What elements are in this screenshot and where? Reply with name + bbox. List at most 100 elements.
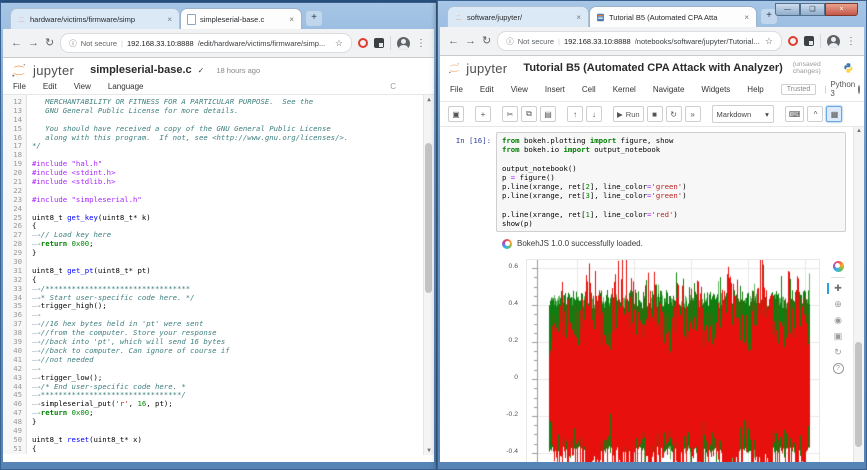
cell-input[interactable]: from bokeh.plotting import figure, showf…: [496, 132, 846, 232]
info-icon[interactable]: ⓘ: [69, 38, 77, 49]
menu-item-file[interactable]: File: [13, 82, 26, 91]
extension-icon-red[interactable]: [788, 36, 798, 46]
profile-avatar[interactable]: [397, 37, 410, 50]
browser-tab-simpleserial[interactable]: simpleserial-base.c ×: [180, 8, 302, 29]
code-lines[interactable]: MERCHANTABILITY OR FITNESS FOR A PARTICU…: [27, 95, 434, 454]
y-tick-label: 0.4: [509, 300, 518, 307]
reload-icon[interactable]: ↻: [482, 36, 491, 47]
tab-close-icon[interactable]: ×: [743, 13, 750, 22]
browser-tab-tutorial[interactable]: Tutorial B5 (Automated CPA Atta ×: [589, 6, 757, 27]
code-line: */: [32, 142, 434, 151]
restart-run-all-button[interactable]: »: [685, 106, 701, 122]
back-icon[interactable]: ←: [448, 36, 459, 47]
menu-item-kernel[interactable]: Kernel: [613, 85, 636, 94]
interrupt-kernel-button[interactable]: ■: [647, 106, 663, 122]
notebook-title[interactable]: Tutorial B5 (Automated CPA Attack with A…: [523, 62, 782, 74]
menu-item-view[interactable]: View: [74, 82, 91, 91]
menu-item-file[interactable]: File: [450, 85, 463, 94]
add-cell-button[interactable]: +: [475, 106, 491, 122]
scrollbar-thumb[interactable]: [855, 342, 862, 447]
browser-tab-jupyter-dir[interactable]: software/jupyter/ ×: [447, 6, 589, 27]
scroll-down-icon[interactable]: ▼: [424, 446, 434, 455]
save-plot-tool-icon[interactable]: ▣: [834, 331, 843, 342]
restart-kernel-button[interactable]: ↻: [666, 106, 682, 122]
minimize-button[interactable]: —: [775, 3, 800, 16]
menu-item-insert[interactable]: Insert: [545, 85, 565, 94]
address-bar[interactable]: ⓘ Not secure | 192.168.33.10:8888/edit/h…: [60, 33, 352, 53]
url-host: 192.168.33.10:8888: [127, 39, 194, 48]
plot-canvas[interactable]: [526, 259, 820, 462]
menu-item-cell[interactable]: Cell: [582, 85, 596, 94]
profile-avatar[interactable]: [827, 35, 840, 48]
code-line: —→return 0x00;: [32, 409, 434, 418]
tab-close-icon[interactable]: ×: [166, 15, 173, 24]
code-line: [502, 200, 840, 209]
new-tab-button[interactable]: +: [306, 11, 322, 26]
reset-plot-tool-icon[interactable]: ↻: [834, 347, 842, 358]
cell-toolbar-grid-button[interactable]: ▦: [826, 106, 842, 122]
pan-tool-icon[interactable]: ✚: [834, 283, 842, 294]
menu-item-edit[interactable]: Edit: [43, 82, 57, 91]
menu-item-edit[interactable]: Edit: [480, 85, 494, 94]
divider: |: [824, 85, 826, 94]
cut-cell-button[interactable]: ✂: [502, 106, 518, 122]
browser-menu-icon[interactable]: ⋮: [416, 38, 426, 49]
extension-icon-dark[interactable]: [374, 38, 384, 48]
help-tool-icon[interactable]: ?: [833, 363, 844, 374]
menu-item-navigate[interactable]: Navigate: [653, 85, 685, 94]
scrollbar-thumb[interactable]: [425, 143, 432, 293]
scroll-up-icon[interactable]: ▲: [424, 95, 434, 104]
scratchpad-button[interactable]: ^: [807, 106, 823, 122]
move-up-button[interactable]: ↑: [567, 106, 583, 122]
code-cell[interactable]: In [16]: from bokeh.plotting import figu…: [440, 132, 864, 232]
save-button[interactable]: ▣: [448, 106, 464, 122]
menu-item-help[interactable]: Help: [747, 85, 763, 94]
bokeh-logo-icon[interactable]: [833, 261, 844, 272]
code-line: }: [32, 418, 434, 427]
menu-item-widgets[interactable]: Widgets: [701, 85, 730, 94]
menu-item-language[interactable]: Language: [108, 82, 144, 91]
bokeh-status-text: BokehJS 1.0.0 successfully loaded.: [517, 239, 643, 248]
code-line: from bokeh.io import output_notebook: [502, 145, 840, 154]
forward-icon[interactable]: →: [28, 38, 39, 49]
scroll-up-icon[interactable]: ▲: [854, 127, 864, 136]
file-title[interactable]: simpleserial-base.c: [90, 64, 192, 76]
tab-close-icon[interactable]: ×: [288, 15, 295, 24]
menu-item-view[interactable]: View: [511, 85, 528, 94]
extension-icon-red[interactable]: [358, 38, 368, 48]
box-zoom-tool-icon[interactable]: ⊕: [834, 299, 842, 310]
info-icon[interactable]: ⓘ: [506, 36, 514, 47]
bookmark-star-icon[interactable]: ☆: [335, 38, 343, 49]
copy-cell-button[interactable]: ⧉: [521, 106, 537, 122]
move-down-button[interactable]: ↓: [586, 106, 602, 122]
run-label: Run: [626, 110, 640, 119]
extension-icon-dark[interactable]: [804, 36, 814, 46]
run-button[interactable]: ▶Run: [613, 106, 644, 122]
browser-tab-firmware-dir[interactable]: hardware/victims/firmware/simp ×: [10, 8, 180, 29]
maximize-button[interactable]: ❑: [800, 3, 825, 16]
reload-icon[interactable]: ↻: [45, 38, 54, 49]
jupyter-notebook-page: jupyter Tutorial B5 (Automated CPA Attac…: [440, 56, 864, 462]
address-bar[interactable]: ⓘ Not secure | 192.168.33.10:8888/notebo…: [497, 31, 782, 51]
window-notebook: — ❑ × software/jupyter/ × Tutorial B5 (A…: [437, 0, 867, 470]
jupyter-wordmark[interactable]: jupyter: [466, 61, 507, 76]
bookmark-star-icon[interactable]: ☆: [765, 36, 773, 47]
cell-type-dropdown[interactable]: Markdown▾: [712, 105, 774, 123]
security-label: Not secure: [518, 37, 554, 46]
back-icon[interactable]: ←: [11, 38, 22, 49]
wheel-zoom-tool-icon[interactable]: ◉: [834, 315, 842, 326]
browser-menu-icon[interactable]: ⋮: [846, 36, 856, 47]
page-scrollbar[interactable]: ▲ ▼: [853, 127, 864, 462]
jupyter-wordmark[interactable]: jupyter: [33, 63, 74, 78]
tab-strip: hardware/victims/firmware/simp × simples…: [3, 3, 434, 29]
editor-scrollbar[interactable]: ▲ ▼: [423, 95, 434, 455]
forward-icon[interactable]: →: [465, 36, 476, 47]
kernel-name: Python 3: [830, 80, 855, 98]
code-editor[interactable]: 1213141516171819202122232425262728293031…: [3, 95, 434, 454]
divider: [820, 34, 821, 48]
close-button[interactable]: ×: [825, 3, 858, 16]
y-tick-label: 0.2: [509, 337, 518, 344]
command-palette-button[interactable]: ⌨: [785, 106, 805, 122]
paste-cell-button[interactable]: ▤: [540, 106, 556, 122]
tab-close-icon[interactable]: ×: [575, 13, 582, 22]
